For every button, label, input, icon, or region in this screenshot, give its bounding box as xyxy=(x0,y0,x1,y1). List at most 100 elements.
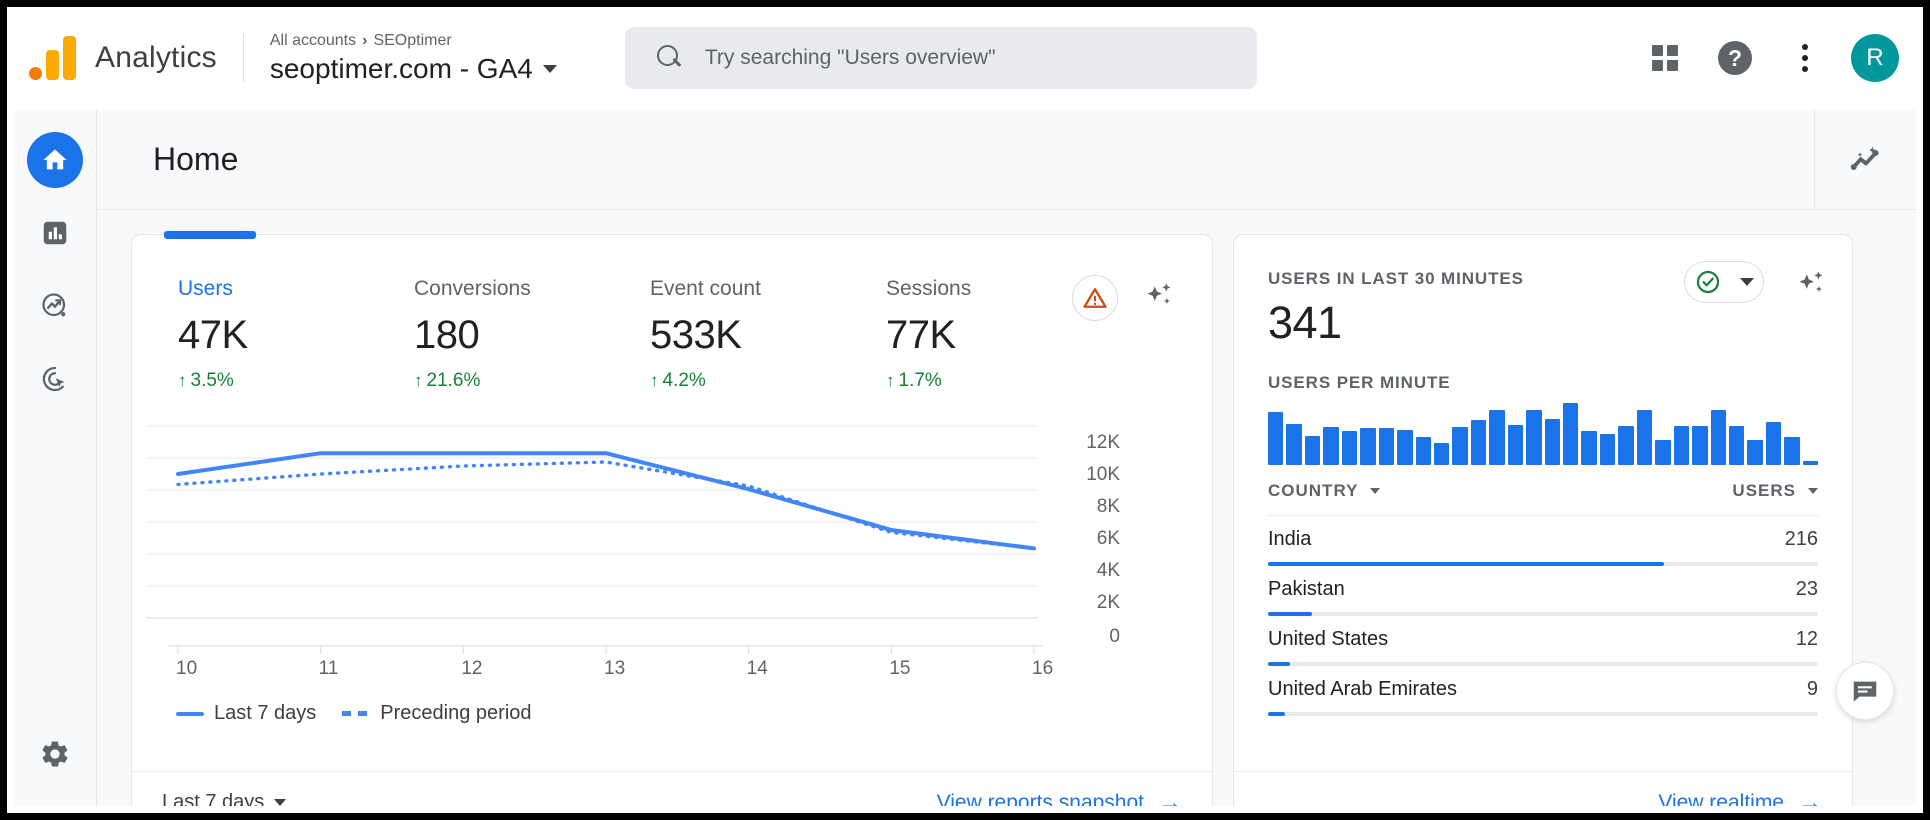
page-title: Home xyxy=(153,141,238,178)
country-users: 23 xyxy=(1796,578,1818,601)
column-header-country[interactable]: COUNTRY xyxy=(1268,481,1380,501)
account-selector[interactable]: All accounts›SEOptimer seoptimer.com - G… xyxy=(270,32,557,85)
metric-event-count[interactable]: Event count 533K ↑ 4.2% xyxy=(616,277,852,392)
metric-value: 77K xyxy=(886,313,1088,358)
more-vert-icon xyxy=(1802,44,1808,72)
users-per-minute-bar xyxy=(1434,443,1449,465)
users-per-minute-bar xyxy=(1360,428,1375,465)
insights-sparkle-icon xyxy=(1845,139,1887,181)
legend-item-current: Last 7 days xyxy=(176,702,316,725)
sidebar-item-explore[interactable] xyxy=(27,278,83,334)
users-per-minute-bar xyxy=(1674,426,1689,465)
apps-grid-icon xyxy=(1652,45,1678,71)
property-name[interactable]: seoptimer.com - GA4 xyxy=(270,53,557,85)
table-row[interactable]: United States12 xyxy=(1268,616,1818,666)
country-users: 216 xyxy=(1785,528,1818,551)
help-button[interactable]: ? xyxy=(1707,30,1763,86)
users-per-minute-bar xyxy=(1563,403,1578,465)
svg-text:12: 12 xyxy=(461,658,482,678)
gear-icon xyxy=(39,738,71,770)
apps-grid-button[interactable] xyxy=(1637,30,1693,86)
legend-label: Preceding period xyxy=(380,702,531,725)
search-placeholder: Try searching "Users overview" xyxy=(705,46,996,70)
table-row[interactable]: United Arab Emirates9 xyxy=(1268,666,1818,716)
realtime-insights-button[interactable] xyxy=(1794,267,1828,306)
metric-users[interactable]: Users 47K ↑ 3.5% xyxy=(144,277,380,392)
sidebar-item-home[interactable] xyxy=(27,132,83,188)
table-row[interactable]: India 216 xyxy=(1268,516,1818,566)
date-range-label: Last 7 days xyxy=(162,791,264,806)
avatar[interactable]: R xyxy=(1851,34,1899,82)
feedback-icon xyxy=(1850,676,1880,706)
arrow-right-icon: → xyxy=(1798,791,1822,807)
column-label: COUNTRY xyxy=(1268,481,1358,501)
breadcrumb-account[interactable]: SEOptimer xyxy=(373,32,451,49)
metric-delta-value: 1.7% xyxy=(899,370,942,392)
sidebar-item-admin[interactable] xyxy=(27,726,83,782)
realtime-card: USERS IN LAST 30 MINUTES 341 xyxy=(1233,234,1853,806)
overview-card: Users 47K ↑ 3.5% Conversions 180 ↑ 21.6% xyxy=(131,234,1213,806)
view-realtime-label: View realtime xyxy=(1658,791,1784,807)
table-row[interactable]: Pakistan 23 xyxy=(1268,566,1818,616)
svg-text:10: 10 xyxy=(176,658,197,678)
breadcrumb-root[interactable]: All accounts xyxy=(270,32,356,49)
realtime-card-footer: View realtime → xyxy=(1234,771,1852,806)
users-per-minute-bar xyxy=(1618,426,1633,465)
realtime-header: USERS IN LAST 30 MINUTES 341 xyxy=(1234,235,1852,349)
users-per-minute-bar xyxy=(1471,420,1486,465)
sidebar-item-advertising[interactable] xyxy=(27,351,83,407)
data-warning-button[interactable] xyxy=(1072,275,1118,321)
users-per-minute-bar xyxy=(1803,461,1818,465)
country-name: India xyxy=(1268,528,1311,551)
warning-triangle-icon xyxy=(1081,284,1109,312)
country-name: United Arab Emirates xyxy=(1268,678,1457,701)
help-icon: ? xyxy=(1718,41,1752,75)
users-per-minute-bar xyxy=(1416,437,1431,465)
svg-text:8K: 8K xyxy=(1097,496,1121,517)
metric-delta: ↑ 1.7% xyxy=(886,370,1088,392)
metric-label: Event count xyxy=(650,277,852,301)
chevron-down-icon xyxy=(1370,488,1380,494)
legend-swatch-dashed-icon xyxy=(342,711,370,716)
metric-delta-value: 4.2% xyxy=(663,370,706,392)
insights-button[interactable] xyxy=(1814,110,1916,209)
metric-delta: ↑ 4.2% xyxy=(650,370,852,392)
users-per-minute-bar xyxy=(1508,425,1523,465)
search-input[interactable]: Try searching "Users overview" xyxy=(625,27,1257,89)
metric-conversions[interactable]: Conversions 180 ↑ 21.6% xyxy=(380,277,616,392)
users-per-minute-bar xyxy=(1305,436,1320,465)
search-icon xyxy=(657,45,683,71)
date-range-selector[interactable]: Last 7 days xyxy=(162,791,286,806)
column-header-users[interactable]: USERS xyxy=(1732,481,1818,501)
users-per-minute-bar xyxy=(1581,431,1596,465)
metric-delta: ↑ 3.5% xyxy=(178,370,380,392)
legend-item-preceding: Preceding period xyxy=(342,702,531,725)
realtime-country-table: COUNTRY USERS India 216 Pakistan 23 United S… xyxy=(1234,481,1852,716)
view-reports-snapshot-link[interactable]: View reports snapshot → xyxy=(937,791,1182,807)
feedback-button[interactable] xyxy=(1836,662,1894,720)
users-per-minute-bar xyxy=(1637,410,1652,465)
users-per-minute-bar xyxy=(1268,412,1283,465)
column-label: USERS xyxy=(1732,481,1796,501)
data-status-dropdown[interactable] xyxy=(1684,261,1764,303)
arrow-up-icon: ↑ xyxy=(886,371,895,391)
metric-row: Users 47K ↑ 3.5% Conversions 180 ↑ 21.6% xyxy=(132,235,1212,392)
chevron-down-icon xyxy=(543,65,557,73)
table-header: COUNTRY USERS xyxy=(1268,481,1818,516)
country-name: Pakistan xyxy=(1268,578,1345,601)
insights-sparkle-icon xyxy=(1794,267,1828,301)
more-options-button[interactable] xyxy=(1777,30,1833,86)
svg-text:4K: 4K xyxy=(1097,560,1121,581)
view-realtime-link[interactable]: View realtime → xyxy=(1658,791,1822,807)
users-per-minute-bar xyxy=(1379,428,1394,465)
metric-value: 47K xyxy=(178,313,380,358)
users-per-minute-bar xyxy=(1711,410,1726,465)
users-per-minute-bar xyxy=(1784,437,1799,465)
metric-sessions[interactable]: Sessions 77K ↑ 1.7% xyxy=(852,277,1088,392)
sidebar-item-reports[interactable] xyxy=(27,205,83,261)
arrow-right-icon: → xyxy=(1158,791,1182,807)
chevron-down-icon xyxy=(1740,278,1754,286)
svg-text:6K: 6K xyxy=(1097,528,1121,549)
card-insights-button[interactable] xyxy=(1142,279,1176,318)
app-window: Analytics All accounts›SEOptimer seoptim… xyxy=(0,0,1930,820)
